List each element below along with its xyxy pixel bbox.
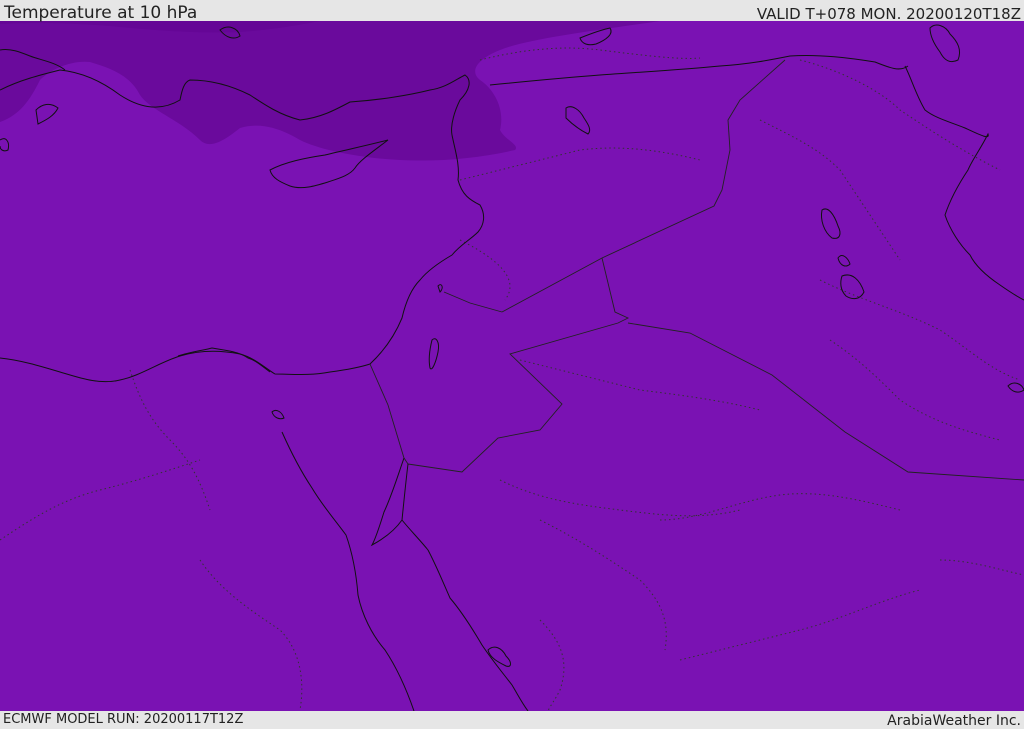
- credit-label: ArabiaWeather Inc.: [887, 713, 1021, 729]
- map-frame: Temperature at 10 hPa VALID T+078 MON. 2…: [0, 0, 1024, 729]
- valid-time-label: VALID T+078 MON. 20200120T18Z: [756, 5, 1021, 23]
- footer-bar: ECMWF MODEL RUN: 20200117T12Z ArabiaWeat…: [0, 711, 1024, 729]
- weather-map[interactable]: [0, 21, 1024, 711]
- map-title: Temperature at 10 hPa: [4, 3, 198, 23]
- header-bar: Temperature at 10 hPa VALID T+078 MON. 2…: [0, 0, 1024, 23]
- model-run-label: ECMWF MODEL RUN: 20200117T12Z: [3, 712, 244, 727]
- map-canvas: [0, 21, 1024, 711]
- temperature-field-main: [0, 21, 1024, 711]
